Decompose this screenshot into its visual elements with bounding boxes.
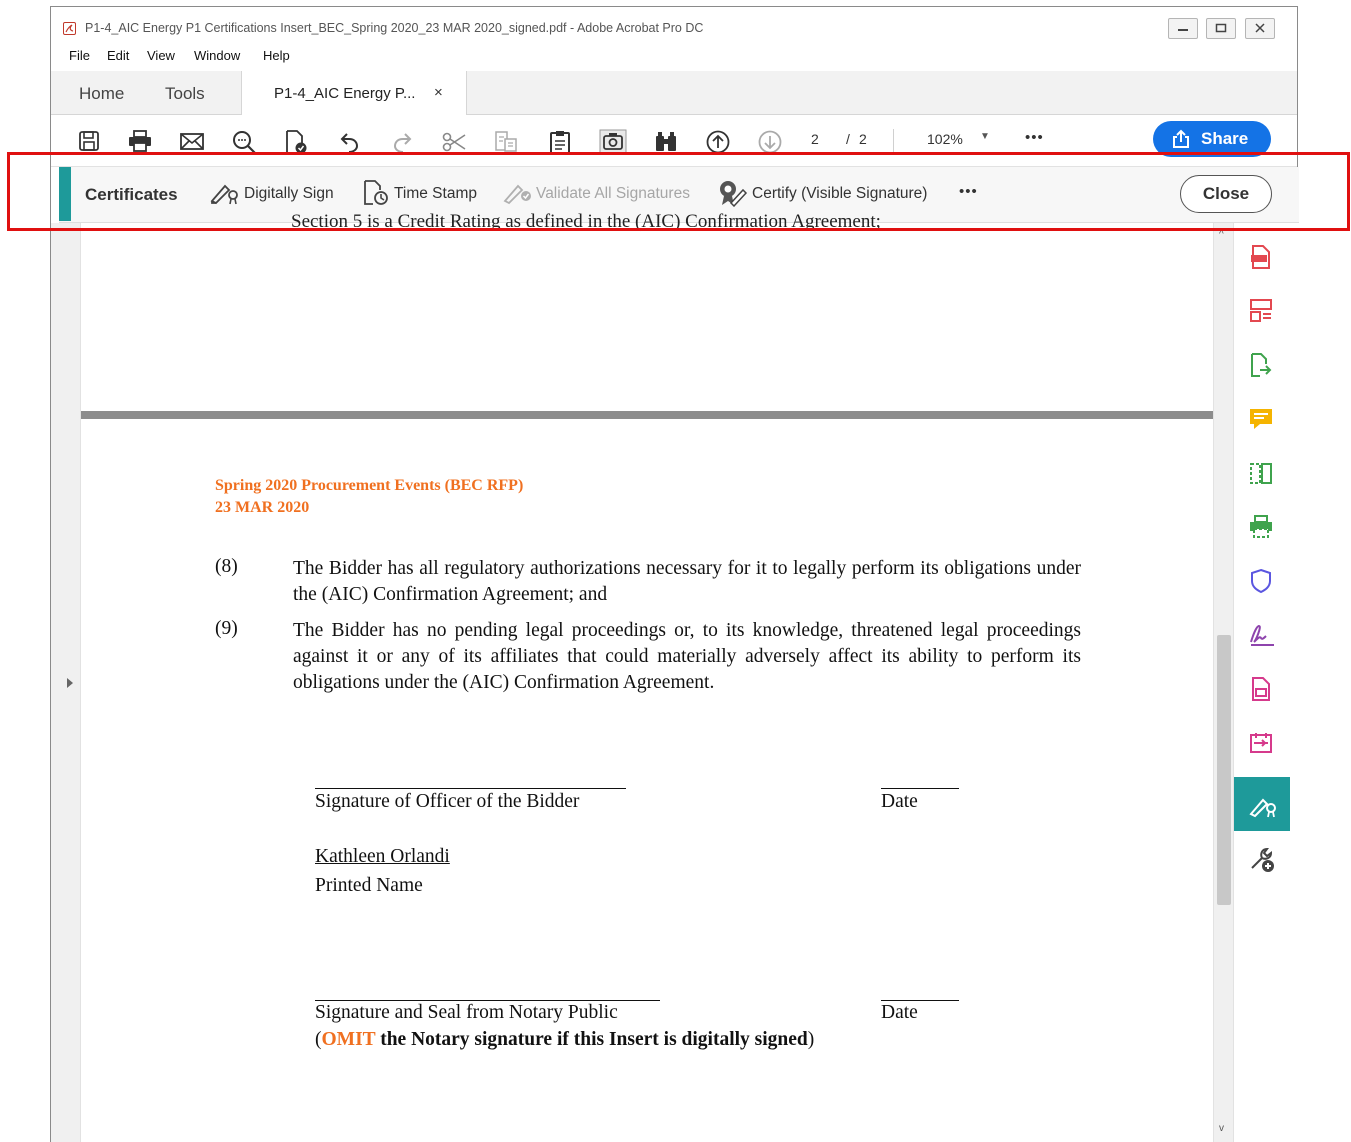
close-tab-icon[interactable]: × [434, 84, 443, 101]
edit-pdf-icon[interactable] [1234, 661, 1290, 715]
create-pdf-icon[interactable] [1234, 229, 1290, 283]
more-tools-button[interactable]: ••• [1025, 129, 1044, 146]
document-header-line1: Spring 2020 Procurement Events (BEC RFP) [215, 477, 524, 494]
item-text: The Bidder has no pending legal proceedi… [293, 620, 1081, 693]
omit-close-paren: ) [807, 1029, 815, 1050]
menu-help[interactable]: Help [263, 48, 290, 63]
printed-name-label: Printed Name [315, 875, 423, 896]
menu-window[interactable]: Window [194, 48, 240, 63]
minimize-button[interactable] [1168, 18, 1198, 39]
combine-files-icon[interactable] [1234, 715, 1290, 769]
officer-signature-line [315, 788, 626, 789]
print-production-icon[interactable] [1234, 499, 1290, 553]
printed-name-value: Kathleen Orlandi [315, 846, 450, 867]
tab-home[interactable]: Home [79, 84, 124, 104]
acrobat-app-icon [63, 22, 76, 35]
organize-pages-icon[interactable] [1234, 283, 1290, 337]
protect-icon[interactable] [1234, 553, 1290, 607]
tab-tools[interactable]: Tools [165, 84, 205, 104]
menu-file[interactable]: File [69, 48, 90, 63]
zoom-dropdown-icon[interactable]: ▼ [980, 131, 990, 142]
omit-notary-note: (OMIT the Notary signature if this Inser… [315, 1029, 814, 1051]
scrollbar-thumb[interactable] [1217, 635, 1231, 905]
notary-date-label: Date [881, 1002, 918, 1023]
close-window-button[interactable] [1245, 18, 1275, 39]
tab-document[interactable]: P1-4_AIC Energy P... × [241, 71, 467, 116]
page-total: 2 [859, 131, 867, 147]
tab-bar: Home Tools P1-4_AIC Energy P... × [51, 71, 1297, 116]
window-title: P1-4_AIC Energy P1 Certifications Insert… [85, 21, 704, 35]
menu-view[interactable]: View [147, 48, 175, 63]
page-separator: / [846, 131, 850, 147]
item-text: The Bidder has all regulatory authorizat… [293, 558, 1081, 605]
zoom-level[interactable]: 102% [927, 131, 963, 147]
item-number: (8) [215, 556, 238, 577]
vertical-scrollbar[interactable]: ^ v [1213, 223, 1233, 1142]
page-divider [81, 411, 1213, 419]
officer-signature-label: Signature of Officer of the Bidder [315, 791, 580, 812]
maximize-button[interactable] [1206, 18, 1236, 39]
officer-date-label: Date [881, 791, 918, 812]
highlight-annotation [7, 152, 1350, 231]
officer-date-line [881, 788, 959, 789]
notary-signature-line [315, 1000, 660, 1001]
share-label: Share [1201, 129, 1249, 148]
document-viewport: Section 5 is a Credit Rating as defined … [51, 211, 1213, 1142]
title-bar: P1-4_AIC Energy P1 Certifications Insert… [51, 7, 1297, 45]
document-header-line2: 23 MAR 2020 [215, 499, 310, 516]
document-tab-label: P1-4_AIC Energy P... [274, 85, 416, 102]
omit-note-text: the Notary signature if this Insert is d… [375, 1029, 808, 1050]
omit-keyword: OMIT [321, 1029, 376, 1050]
export-pdf-tool-icon[interactable] [1234, 337, 1290, 391]
left-panel-gutter [51, 223, 81, 1142]
comment-icon[interactable] [1234, 391, 1290, 445]
share-icon [1171, 129, 1191, 154]
menu-bar: File Edit View Window Help [51, 45, 1297, 67]
notary-signature-label: Signature and Seal from Notary Public [315, 1002, 618, 1023]
expand-left-panel-icon[interactable] [67, 678, 73, 688]
scroll-down-icon[interactable]: v [1219, 1123, 1224, 1134]
page-number-input[interactable]: 2 [811, 131, 819, 147]
menu-edit[interactable]: Edit [107, 48, 129, 63]
tools-pane [1233, 223, 1299, 1142]
item-number: (9) [215, 618, 238, 639]
more-tools-icon[interactable] [1234, 831, 1290, 885]
certificates-tool-icon[interactable] [1234, 777, 1290, 831]
notary-date-line [881, 1000, 959, 1001]
fill-sign-icon[interactable] [1234, 607, 1290, 661]
compare-files-icon[interactable] [1234, 445, 1290, 499]
